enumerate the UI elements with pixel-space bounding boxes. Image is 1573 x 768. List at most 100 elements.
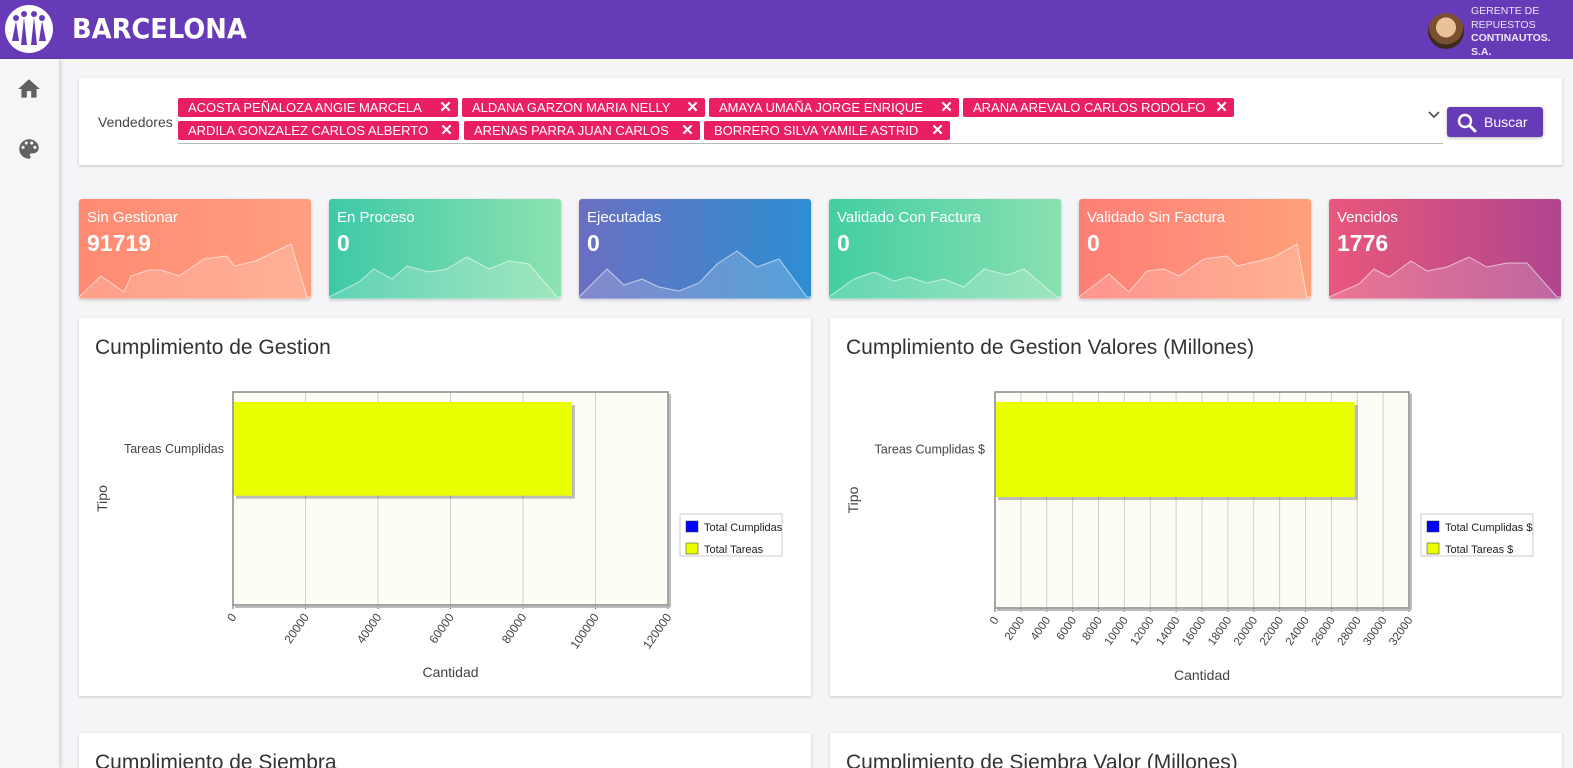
stat-value: 1776	[1337, 230, 1389, 256]
vendor-filter-card: Vendedores ACOSTA PEÑALOZA ANGIE MARCELA…	[79, 78, 1562, 165]
stat-label: Sin Gestionar	[87, 209, 178, 226]
x-axis-label: Cantidad	[422, 664, 478, 680]
palette-icon[interactable]	[16, 136, 42, 162]
x-tick-label: 10000	[1103, 615, 1131, 648]
legend-swatch	[1426, 542, 1440, 555]
chart-card-siembra: Cumplimiento de Siembra	[79, 733, 811, 768]
x-tick-label: 0	[988, 615, 1002, 627]
chart-title: Cumplimiento de Siembra	[95, 751, 337, 768]
legend-label: Total Tareas $	[1445, 544, 1513, 556]
category-label: Tareas Cumplidas $	[875, 443, 986, 457]
remove-chip-icon[interactable]: ✕	[1215, 100, 1228, 115]
x-tick-label: 30000	[1361, 615, 1389, 648]
legend-label: Total Tareas	[704, 544, 764, 556]
chart-card-gestion: Cumplimiento de Gestion 0 20000 40000 60000…	[79, 318, 811, 696]
vendors-label: Vendedores	[98, 114, 173, 130]
stat-value: 0	[837, 230, 850, 256]
bar-chart-gestion-valores: 0 2000 4000 6000 800010000120001400016000180…	[845, 391, 1534, 683]
stat-value: 0	[337, 230, 350, 256]
user-company: CONTINAUTOS. S.A.	[1471, 32, 1551, 58]
vendor-chip[interactable]: ARANA AREVALO CARLOS RODOLFO ✕	[963, 98, 1234, 117]
x-tick-label: 100000	[568, 610, 603, 651]
remove-chip-icon[interactable]: ✕	[940, 100, 953, 115]
x-tick-label: 14000	[1154, 615, 1182, 648]
stat-value: 0	[587, 230, 600, 256]
stat-label: Validado Con Factura	[837, 209, 981, 226]
x-axis-label: Cantidad	[1174, 667, 1230, 683]
legend-label: Total Cumplidas	[704, 522, 783, 534]
chart-card-siembra-valor: Cumplimiento de Siembra Valor (Millones)	[830, 733, 1562, 768]
legend-swatch	[685, 542, 699, 555]
x-tick-label: 20000	[1232, 615, 1260, 648]
vendor-chip-label: ARANA AREVALO CARLOS RODOLFO	[973, 100, 1206, 115]
search-button-label: Buscar	[1484, 114, 1528, 130]
logo-icon	[12, 11, 46, 45]
x-tick-label: 18000	[1206, 615, 1234, 648]
stat-label: En Proceso	[337, 209, 415, 226]
category-label: Tareas Cumplidas	[124, 442, 224, 456]
x-tick-label: 0	[224, 610, 239, 624]
x-tick-label: 20000	[281, 610, 312, 646]
legend-swatch	[685, 520, 699, 533]
stat-card-vencidos[interactable]: Vencidos 1776	[1329, 199, 1561, 299]
top-app-bar: BARCELONA GERENTE DE REPUESTOS CONTINAUT…	[0, 0, 1573, 59]
search-icon	[1457, 113, 1477, 133]
x-tick-label: 6000	[1055, 615, 1080, 643]
bar	[995, 402, 1355, 498]
vendor-chip-label: ALDANA GARZON MARIA NELLY	[472, 100, 671, 115]
vendor-chip-label: BORRERO SILVA YAMILE ASTRID	[714, 123, 919, 138]
chart-card-gestion-valores: Cumplimiento de Gestion Valores (Millone…	[830, 318, 1562, 696]
x-tick-label: 120000	[640, 610, 675, 651]
x-tick-label: 60000	[426, 610, 457, 646]
stat-label: Ejecutadas	[587, 209, 662, 226]
avatar[interactable]	[1428, 13, 1464, 49]
y-axis-label: Tipo	[845, 486, 861, 513]
bar-chart-gestion: 0 20000 40000 60000 80000 100000 120000 Tareas …	[94, 391, 783, 680]
remove-chip-icon[interactable]: ✕	[439, 100, 452, 115]
chart-title: Cumplimiento de Siembra Valor (Millones)	[846, 751, 1238, 768]
vendor-chip[interactable]: ACOSTA PEÑALOZA ANGIE MARCELA ✕	[178, 98, 458, 117]
remove-chip-icon[interactable]: ✕	[681, 123, 694, 138]
x-tick-label: 24000	[1284, 615, 1312, 648]
x-tick-label: 8000	[1080, 615, 1105, 643]
remove-chip-icon[interactable]: ✕	[931, 123, 944, 138]
vendors-multiselect[interactable]: ACOSTA PEÑALOZA ANGIE MARCELA ✕ ALDANA G…	[178, 98, 1443, 144]
search-button[interactable]: Buscar	[1447, 107, 1543, 137]
home-icon[interactable]	[16, 76, 42, 102]
brand-title: BARCELONA	[72, 12, 247, 45]
stat-value: 0	[1087, 230, 1100, 256]
stat-card-ejecutadas[interactable]: Ejecutadas 0	[579, 199, 811, 299]
vendor-chip[interactable]: ARDILA GONZALEZ CARLOS ALBERTO ✕	[178, 121, 459, 140]
legend-swatch	[1426, 520, 1440, 533]
vendor-chip[interactable]: AMAYA UMAÑA JORGE ENRIQUE ✕	[709, 98, 959, 117]
stat-label: Vencidos	[1337, 209, 1398, 226]
stat-value: 91719	[87, 230, 151, 256]
chevron-down-icon[interactable]	[1427, 108, 1441, 122]
vendor-chip[interactable]: ALDANA GARZON MARIA NELLY ✕	[462, 98, 705, 117]
y-axis-label: Tipo	[94, 485, 110, 512]
x-tick-label: 32000	[1387, 615, 1415, 648]
x-tick-label: 16000	[1180, 615, 1208, 648]
vendor-chip-label: AMAYA UMAÑA JORGE ENRIQUE	[719, 100, 923, 115]
vendor-chip-label: ARENAS PARRA JUAN CARLOS	[474, 123, 669, 138]
x-tick-label: 40000	[354, 610, 385, 646]
x-tick-label: 4000	[1029, 615, 1054, 643]
stat-card-sin-gestionar[interactable]: Sin Gestionar 91719	[79, 199, 311, 299]
bar	[233, 402, 572, 496]
vendor-chip-label: ACOSTA PEÑALOZA ANGIE MARCELA	[188, 100, 422, 115]
legend-label: Total Cumplidas $	[1445, 522, 1532, 534]
stat-card-en-proceso[interactable]: En Proceso 0	[329, 199, 561, 299]
x-tick-label: 26000	[1310, 615, 1338, 648]
stat-card-validado-sin-factura[interactable]: Validado Sin Factura 0	[1079, 199, 1311, 299]
user-info[interactable]: GERENTE DE REPUESTOS CONTINAUTOS. S.A.	[1471, 5, 1571, 59]
vendor-chip[interactable]: ARENAS PARRA JUAN CARLOS ✕	[464, 121, 700, 140]
remove-chip-icon[interactable]: ✕	[440, 123, 453, 138]
vendor-chip-label: ARDILA GONZALEZ CARLOS ALBERTO	[188, 123, 429, 138]
stat-label: Validado Sin Factura	[1087, 209, 1226, 226]
remove-chip-icon[interactable]: ✕	[686, 100, 699, 115]
vendor-chip[interactable]: BORRERO SILVA YAMILE ASTRID ✕	[704, 121, 950, 140]
stat-card-validado-con-factura[interactable]: Validado Con Factura 0	[829, 199, 1061, 299]
x-tick-label: 22000	[1258, 615, 1286, 648]
x-tick-label: 2000	[1003, 615, 1028, 643]
logo[interactable]	[5, 5, 53, 53]
